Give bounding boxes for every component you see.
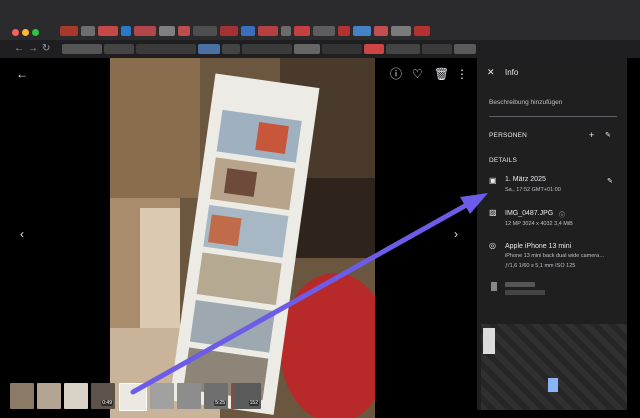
file-sub: 12 MP 3024 x 4032 3,4 MiB — [505, 221, 573, 227]
date-sub: Sa., 17:52 GMT+01:00 — [505, 187, 561, 193]
browser-reload-button[interactable]: ↻ — [42, 43, 50, 54]
thumbnail[interactable] — [10, 383, 34, 409]
add-person-icon[interactable]: + — [589, 130, 594, 140]
info-icon[interactable]: ⓘ — [390, 68, 402, 80]
map-pin-icon — [548, 378, 558, 392]
details-header: DETAILS — [489, 157, 518, 164]
thumbnail-badge: 5:25 — [214, 400, 226, 406]
camera-sub: iPhone 13 mini back dual wide camera… — [505, 253, 605, 259]
map[interactable] — [481, 324, 627, 410]
divider — [489, 116, 617, 117]
more-vert-icon[interactable]: ⋮ — [456, 68, 468, 80]
people-header: PERSONEN — [489, 132, 528, 139]
browser-back-button[interactable]: ← — [14, 43, 24, 54]
thumbnail[interactable] — [150, 383, 174, 409]
trash-icon[interactable]: 🗑 — [434, 68, 449, 80]
window-close-dot[interactable] — [12, 29, 19, 36]
chevron-left-icon[interactable]: ‹ — [20, 228, 24, 240]
file-name: IMG_0487.JPG — [505, 210, 554, 217]
edit-date-icon[interactable]: ✎ — [607, 177, 613, 185]
close-icon[interactable]: ✕ — [487, 67, 495, 78]
camera-settings: ƒ/1,6 1/60 s 5,1 mm ISO 125 — [505, 263, 576, 269]
location-icon — [491, 282, 497, 291]
window-maximize-dot[interactable] — [32, 29, 39, 36]
thumbnail[interactable]: 152 — [233, 383, 261, 409]
date-value: 1. März 2025 — [505, 176, 546, 183]
browser-tabs[interactable] — [60, 26, 620, 36]
info-panel-title: Info — [505, 68, 519, 77]
thumbnail-badge: 152 — [248, 400, 259, 406]
info-panel: ✕ Info Beschreibung hinzufügen PERSONEN … — [477, 58, 627, 410]
map-marker — [483, 328, 495, 354]
main-photo — [110, 58, 375, 418]
file-info-icon[interactable]: ⓘ — [559, 210, 565, 219]
camera-icon: ◎ — [489, 241, 496, 250]
thumbnail-selected[interactable] — [119, 383, 147, 411]
thumbnail[interactable]: 0:49 — [91, 383, 115, 409]
description-input[interactable]: Beschreibung hinzufügen — [489, 99, 562, 106]
address-bar: ← → ↻ — [0, 40, 640, 59]
thumbnail[interactable] — [37, 383, 61, 409]
window-edge — [627, 58, 640, 418]
location-text — [505, 282, 535, 287]
arrow-left-icon[interactable]: ← — [16, 68, 28, 80]
location-sub — [505, 290, 545, 295]
photo-image — [110, 58, 375, 418]
chevron-right-icon[interactable]: › — [454, 228, 458, 240]
thumbnail-badge: 0:49 — [101, 400, 113, 406]
window-minimize-dot[interactable] — [22, 29, 29, 36]
image-icon: ▨ — [489, 208, 497, 217]
calendar-icon: ▣ — [489, 176, 497, 185]
edit-people-icon[interactable]: ✎ — [605, 131, 611, 139]
url-field[interactable] — [62, 44, 582, 54]
photo-viewer: ← ⓘ ♡ 🗑 ⋮ ‹ › 0:49 5:25 152 — [0, 58, 477, 418]
browser-forward-button[interactable]: → — [28, 43, 38, 54]
thumbnail[interactable] — [177, 383, 201, 409]
heart-icon[interactable]: ♡ — [412, 68, 423, 80]
thumbnail[interactable] — [64, 383, 88, 409]
thumbnail[interactable]: 5:25 — [204, 383, 228, 409]
browser-tab-bar — [0, 0, 640, 40]
camera-model: Apple iPhone 13 mini — [505, 243, 572, 250]
